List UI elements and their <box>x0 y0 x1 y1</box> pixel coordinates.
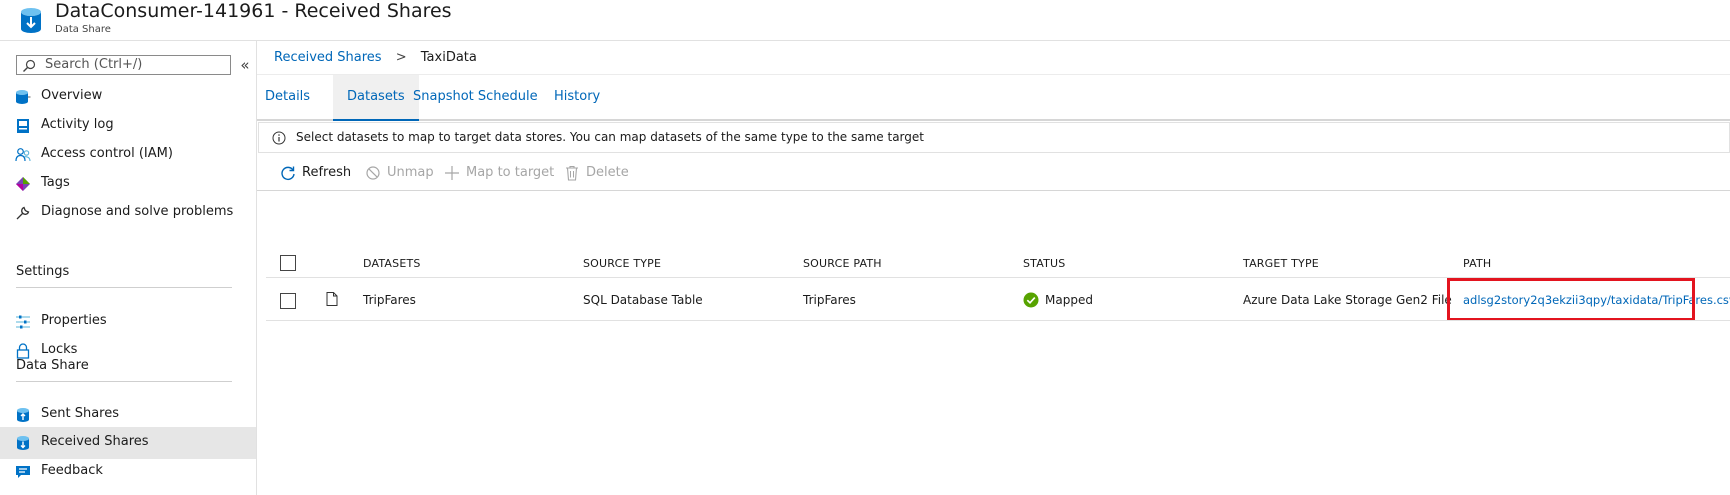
main-content: Received Shares > TaxiData Details Datas… <box>257 41 1730 495</box>
sidebar-item-label: Feedback <box>41 463 103 478</box>
breadcrumb-received-shares-link[interactable]: Received Shares <box>274 50 382 65</box>
sidebar-item-access-control[interactable]: Access control (IAM) <box>0 139 256 171</box>
info-message: Select datasets to map to target data st… <box>296 130 924 144</box>
sidebar-item-properties[interactable]: Properties <box>0 306 256 338</box>
search-icon <box>23 59 36 72</box>
tab-bar: Details Datasets Snapshot Schedule Histo… <box>257 75 1730 121</box>
sidebar: Search (Ctrl+/) « Overview Activity log … <box>0 41 257 495</box>
unmap-button[interactable]: Unmap <box>365 157 434 189</box>
data-share-icon <box>16 90 31 104</box>
column-header-status[interactable]: STATUS <box>1023 257 1065 270</box>
page-header: DataConsumer-141961 - Received Shares Da… <box>0 0 1730 41</box>
collapse-sidebar-button[interactable]: « <box>237 55 253 75</box>
map-to-target-button[interactable]: Map to target <box>444 157 554 189</box>
column-header-source-type[interactable]: SOURCE TYPE <box>583 257 661 270</box>
datasets-table: DATASETS SOURCE TYPE SOURCE PATH STATUS … <box>266 201 1730 321</box>
sidebar-item-label: Activity log <box>41 117 114 132</box>
column-header-target-type[interactable]: TARGET TYPE <box>1243 257 1319 270</box>
target-type: Azure Data Lake Storage Gen2 File <box>1243 293 1452 307</box>
sidebar-item-label: Sent Shares <box>41 406 120 421</box>
section-divider <box>16 287 232 288</box>
sidebar-item-diagnose[interactable]: Diagnose and solve problems <box>0 197 256 229</box>
plus-icon <box>445 166 459 180</box>
column-header-path[interactable]: PATH <box>1463 257 1491 270</box>
trash-icon <box>566 165 578 181</box>
tab-history[interactable]: History <box>554 75 600 119</box>
search-input[interactable]: Search (Ctrl+/) <box>16 55 231 75</box>
status-text: Mapped <box>1045 293 1093 307</box>
highlight-annotation-box <box>1447 278 1695 321</box>
section-divider <box>16 381 232 382</box>
sidebar-item-overview[interactable]: Overview <box>0 81 256 113</box>
table-row-divider <box>266 320 1730 321</box>
dataset-name: TripFares <box>363 293 416 307</box>
map-to-target-label: Map to target <box>466 165 555 180</box>
select-all-checkbox[interactable] <box>280 255 296 271</box>
command-bar-divider <box>257 190 1730 191</box>
delete-label: Delete <box>586 165 629 180</box>
row-checkbox[interactable] <box>280 293 296 309</box>
breadcrumb: Received Shares > TaxiData <box>274 50 477 65</box>
check-circle-icon <box>1023 292 1039 308</box>
settings-section-title: Settings <box>16 264 70 279</box>
info-bar: Select datasets to map to target data st… <box>258 122 1730 153</box>
sidebar-item-label: Tags <box>41 175 70 190</box>
sidebar-item-tags[interactable]: Tags <box>0 168 256 200</box>
refresh-button[interactable]: Refresh <box>280 157 352 189</box>
tab-datasets[interactable]: Datasets <box>333 75 419 121</box>
command-bar: Refresh Unmap Map to target Delete <box>257 157 1730 189</box>
sidebar-item-label: Locks <box>41 342 78 357</box>
delete-button[interactable]: Delete <box>564 157 634 189</box>
sidebar-item-label: Overview <box>41 88 103 103</box>
file-icon <box>326 292 338 306</box>
tag-icon <box>16 177 30 191</box>
wrench-icon <box>16 206 30 220</box>
sidebar-item-label: Received Shares <box>41 434 149 449</box>
tab-snapshot-schedule[interactable]: Snapshot Schedule <box>413 75 538 119</box>
search-placeholder: Search (Ctrl+/) <box>45 57 143 72</box>
source-path: TripFares <box>803 293 856 307</box>
page-title: DataConsumer-141961 - Received Shares <box>55 0 452 22</box>
tab-details[interactable]: Details <box>265 75 310 119</box>
column-header-source-path[interactable]: SOURCE PATH <box>803 257 882 270</box>
sidebar-item-feedback[interactable]: Feedback <box>0 456 256 488</box>
data-share-app-icon <box>21 8 41 33</box>
activity-log-icon <box>17 119 29 133</box>
sidebar-item-label: Properties <box>41 313 107 328</box>
sidebar-item-label: Access control (IAM) <box>41 146 173 161</box>
feedback-icon <box>16 466 30 478</box>
unmap-label: Unmap <box>387 165 434 180</box>
info-icon <box>272 131 286 145</box>
sidebar-item-activity-log[interactable]: Activity log <box>0 110 256 142</box>
refresh-label: Refresh <box>302 165 352 180</box>
sliders-icon <box>16 315 30 329</box>
sent-share-icon <box>17 408 29 422</box>
sidebar-item-label: Diagnose and solve problems <box>41 204 234 219</box>
breadcrumb-current: TaxiData <box>420 50 477 65</box>
source-type: SQL Database Table <box>583 293 703 307</box>
sidebar-item-received-shares[interactable]: Received Shares <box>0 427 256 459</box>
lock-icon <box>16 343 30 359</box>
people-icon <box>15 148 31 162</box>
refresh-icon <box>281 166 295 180</box>
received-share-icon <box>17 436 29 450</box>
breadcrumb-separator: > <box>395 50 407 65</box>
page-subtitle: Data Share <box>55 24 111 35</box>
data-share-section-title: Data Share <box>16 358 89 373</box>
block-icon <box>366 166 380 180</box>
column-header-datasets[interactable]: DATASETS <box>363 257 421 270</box>
